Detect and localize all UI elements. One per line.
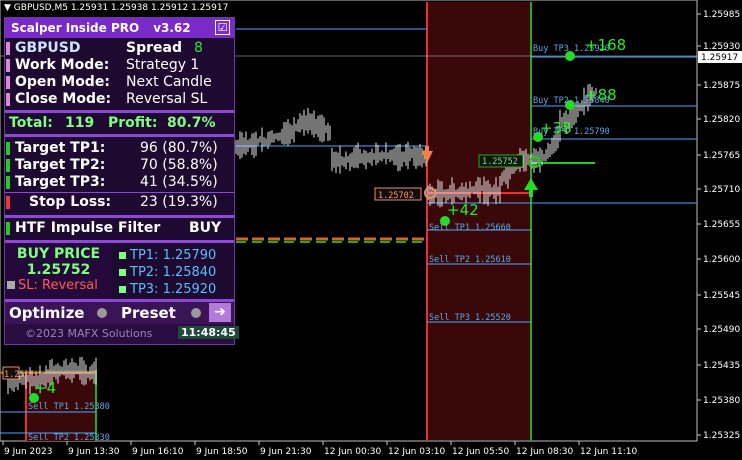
htf-filter-value: BUY: [189, 220, 222, 236]
price-tick-label: 1.25875: [703, 81, 740, 91]
stop-loss-label: Stop Loss:: [29, 194, 112, 210]
signal-price: 1.25752: [26, 262, 91, 278]
tp1-value: 96 (80.7%): [140, 140, 218, 156]
price-tick-label: 1.25655: [703, 220, 740, 230]
sell-tp1-label: Sell TP1 1.25660: [429, 223, 511, 233]
signal-tp3: TP3: 1.25920: [119, 281, 216, 298]
tp2-row: Target TP2: 70 (58.8%): [5, 157, 234, 174]
preset-button[interactable]: Preset: [121, 304, 176, 322]
open-mode-label: Open Mode:: [15, 74, 110, 90]
htf-filter-label: HTF Impulse Filter: [15, 220, 161, 236]
scalper-panel: Scalper Inside PRO v3.62 ☑ GBPUSD Spread…: [4, 17, 239, 345]
tp2-value: 70 (58.8%): [140, 157, 218, 173]
panel-title-bar[interactable]: Scalper Inside PRO v3.62 ☑: [5, 18, 234, 38]
panel-version: v3.62: [153, 21, 191, 35]
arrow-right-icon[interactable]: ➔: [209, 303, 231, 322]
symbol-name: GBPUSD: [15, 40, 81, 56]
signal-box: BUY PRICE 1.25752 SL: Reversal: [5, 243, 112, 299]
preset-toggle-icon[interactable]: [191, 308, 201, 318]
tp1-row: Target TP1: 96 (80.7%): [5, 140, 234, 157]
sl-mode-bullet: [7, 281, 15, 289]
price-tick-label: 1.25545: [703, 291, 740, 301]
signal-label: BUY PRICE: [16, 246, 101, 262]
tp1-label: Target TP1:: [15, 140, 106, 156]
price-tick-label: 1.25600: [703, 255, 740, 265]
spread-label: Spread: [126, 40, 182, 56]
open-mode-value: Next Candle: [126, 74, 212, 90]
price-tick-label: 1.25490: [703, 325, 740, 335]
total-label: Total:: [9, 115, 53, 131]
signal-tp2: TP2: 1.25840: [119, 264, 216, 281]
pips-4-label: +4: [34, 379, 56, 397]
tp3-label: Target TP3:: [15, 174, 106, 190]
symbol-timeframe: GBPUSD,M5: [13, 3, 68, 13]
old-sell-tp2-label: Sell TP2 1.25330: [28, 433, 110, 443]
close-mode-label: Close Mode:: [15, 91, 112, 107]
optimize-button[interactable]: Optimize: [9, 304, 84, 322]
time-tick-label: 9 Jun 16:10: [132, 447, 184, 457]
time-axis: 9 Jun 2023 9 Jun 13:30 9 Jun 16:10 9 Jun 18…: [2, 441, 637, 457]
time-tick-label: 12 Jun 11:10: [580, 447, 637, 457]
time-tick-label: 12 Jun 00:30: [324, 447, 381, 457]
symbol-row: GBPUSD Spread 8: [5, 40, 234, 57]
total-value: 119: [65, 115, 95, 131]
stop-loss-row: Stop Loss: 23 (19.3%): [5, 194, 234, 211]
sl-mode: SL: Reversal: [18, 278, 98, 293]
profit-label: Profit:: [108, 115, 158, 131]
pips-168-label: +168: [585, 36, 626, 54]
buy-entry-label: 1.25752: [482, 157, 518, 167]
price-tick-label: 1.25380: [703, 396, 740, 406]
close-mode-value: Reversal SL: [126, 91, 208, 107]
ohlc-quotes: 1.25931 1.25938 1.25912 1.25917: [70, 3, 229, 13]
price-tick-label: 1.25435: [703, 361, 740, 371]
price-axis: 1.25985 1.25930 1.25875 1.25820 1.25765 1.257…: [697, 10, 740, 441]
stop-loss-value: 23 (19.3%): [140, 194, 218, 210]
chart-header: ▼ GBPUSD,M5 1.25931 1.25938 1.25912 1.25…: [4, 3, 228, 13]
work-mode-value: Strategy 1: [126, 57, 200, 73]
price-tick-label: 1.25820: [703, 115, 740, 125]
pips-88-label: +88: [585, 86, 617, 104]
work-mode-label: Work Mode:: [15, 57, 110, 73]
pips-42-label: +42: [447, 201, 479, 219]
profit-value: 80.7%: [167, 115, 216, 131]
price-tick-label: 1.25985: [703, 10, 740, 20]
old-sell-tp1-label: Sell TP1 1.25380: [28, 402, 110, 412]
close-mode-row: Close Mode: Reversal SL: [5, 91, 234, 108]
chart-type-icon: ▼: [4, 3, 11, 13]
clock: 11:48:45: [178, 326, 239, 339]
spread-value: 8: [194, 40, 203, 56]
pips-38-label: +38: [540, 119, 572, 137]
sell-entry-label: 1.25702: [378, 191, 414, 201]
time-tick-label: 9 Jun 13:30: [68, 447, 120, 457]
time-tick-label: 12 Jun 03:10: [388, 447, 445, 457]
tp3-value: 41 (34.5%): [140, 174, 218, 190]
work-mode-row: Work Mode: Strategy 1: [5, 57, 234, 74]
price-tick-label: 1.25710: [703, 185, 740, 195]
time-tick-label: 9 Jun 2023: [4, 447, 52, 457]
sell-tp3-label: Sell TP3 1.25520: [429, 313, 511, 323]
copyright-text: ©2023 MAFX Solutions: [25, 327, 153, 340]
tp3-row: Target TP3: 41 (34.5%): [5, 174, 234, 191]
tp2-label: Target TP2:: [15, 157, 106, 173]
price-tick-label: 1.25930: [703, 42, 740, 52]
panel-title: Scalper Inside PRO: [11, 21, 140, 35]
total-row: Total: 119 Profit: 80.7%: [5, 115, 234, 132]
old-level-label: 1.25: [4, 370, 24, 380]
price-tick-label: 1.25325: [703, 431, 740, 441]
time-tick-label: 9 Jun 21:30: [260, 447, 312, 457]
optimize-toggle-icon[interactable]: [97, 308, 107, 318]
htf-filter-row: HTF Impulse Filter BUY: [5, 220, 234, 237]
time-tick-label: 9 Jun 18:50: [196, 447, 248, 457]
sell-tp2-label: Sell TP2 1.25610: [429, 255, 511, 265]
current-price-value: 1.25917: [701, 53, 738, 63]
price-tick-label: 1.25765: [703, 151, 740, 161]
signal-tp1: TP1: 1.25790: [119, 247, 216, 264]
panel-checkbox[interactable]: ☑: [215, 20, 230, 35]
open-mode-row: Open Mode: Next Candle: [5, 74, 234, 91]
time-tick-label: 12 Jun 05:50: [452, 447, 509, 457]
time-tick-label: 12 Jun 08:30: [516, 447, 573, 457]
